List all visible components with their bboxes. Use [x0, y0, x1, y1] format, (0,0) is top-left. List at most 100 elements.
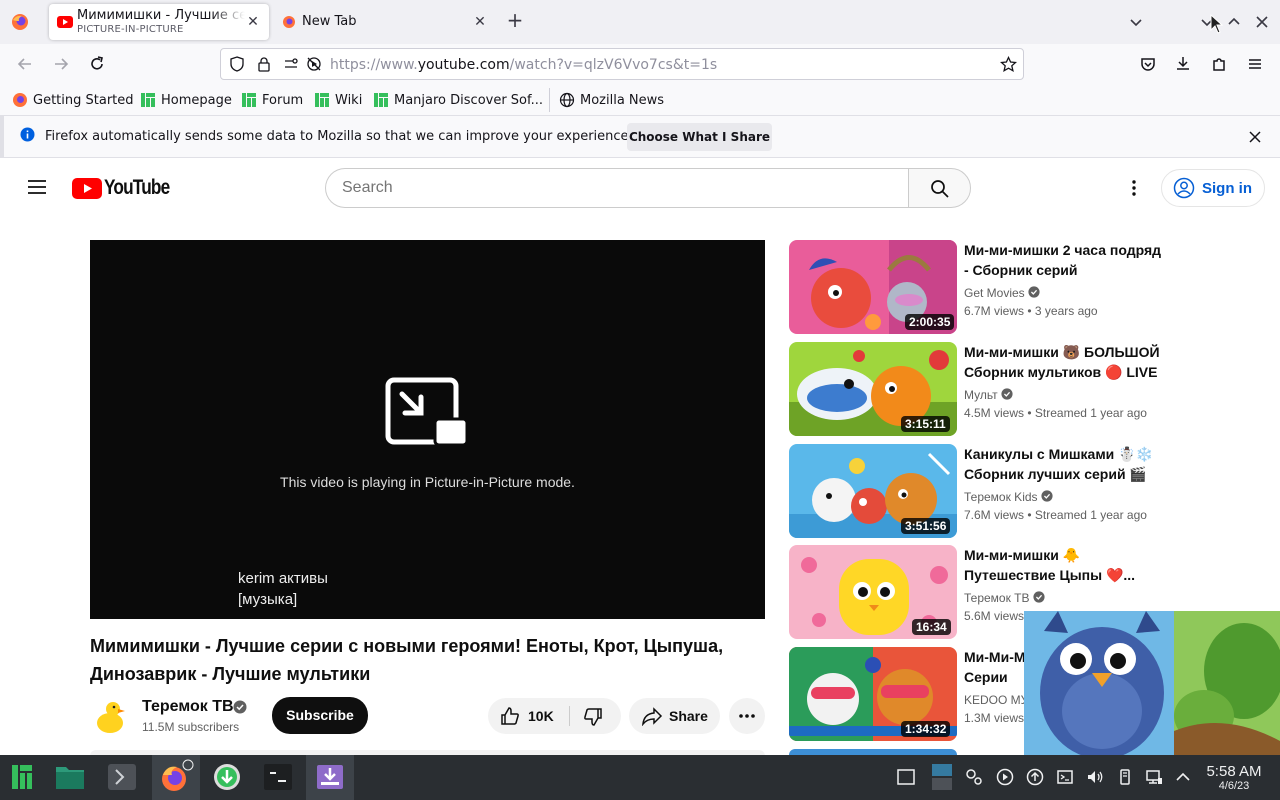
- share-button[interactable]: Share: [629, 698, 720, 734]
- like-icon[interactable]: [500, 706, 520, 726]
- like-count[interactable]: 10K: [528, 708, 554, 724]
- tab-new-tab[interactable]: New Tab ✕: [276, 4, 496, 40]
- manjaro-icon: [315, 93, 329, 107]
- tab-pip-label: PICTURE-IN-PICTURE: [77, 24, 184, 35]
- recommended-video-channel[interactable]: Мульт: [964, 388, 1013, 402]
- clock-date[interactable]: 4/6/23: [1202, 780, 1266, 792]
- firefox-menu-icon[interactable]: [10, 12, 30, 32]
- kde-connect-icon[interactable]: [964, 767, 984, 787]
- tab-title: Мимимишки - Лучшие серии: [77, 8, 245, 23]
- tab-close-icon[interactable]: ✕: [245, 14, 261, 30]
- mouse-cursor-icon: [1210, 14, 1224, 34]
- youtube-logo[interactable]: YouTube: [72, 176, 184, 200]
- recommended-video[interactable]: 2:00:35 Ми-ми-мишки 2 часа подряд - Сбор…: [789, 240, 1169, 334]
- pocket-icon[interactable]: [1138, 54, 1158, 74]
- storage-icon[interactable]: [1115, 767, 1135, 787]
- recommended-video-title[interactable]: Ми-ми-мишки 2 часа подряд - Сборник сери…: [964, 240, 1169, 280]
- bookmark-star-icon[interactable]: [1000, 56, 1017, 73]
- volume-icon[interactable]: [1085, 767, 1105, 787]
- taskbar: 5:58 AM 4/6/23: [0, 755, 1280, 800]
- downloads-icon[interactable]: [1173, 54, 1193, 74]
- verified-badge-icon: [1033, 591, 1045, 603]
- pager-icon[interactable]: [930, 762, 954, 792]
- sign-in-button[interactable]: Sign in: [1161, 169, 1265, 207]
- permissions-icon[interactable]: [283, 56, 299, 72]
- bookmark-forum[interactable]: Forum: [241, 91, 303, 109]
- recommended-video-title[interactable]: Ми-ми-мишки 🐥 Путешествие Цыпы ❤️...: [964, 545, 1169, 585]
- terminal-launcher-icon[interactable]: [100, 757, 144, 797]
- picture-in-picture-window[interactable]: [1024, 611, 1280, 755]
- recommended-video-channel[interactable]: Теремок ТВ: [964, 591, 1045, 605]
- recommended-video-channel[interactable]: KEDOO МУ: [964, 693, 1028, 707]
- network-icon[interactable]: [1144, 767, 1164, 787]
- back-icon[interactable]: [15, 54, 35, 74]
- settings-kebab-icon[interactable]: [1124, 177, 1144, 199]
- search-box[interactable]: [325, 168, 909, 208]
- channel-name[interactable]: Теремок ТВ: [142, 698, 234, 716]
- recommended-video-title[interactable]: Каникулы с Мишками ☃️❄️ Сборник лучших с…: [964, 444, 1169, 484]
- youtube-logo-text: YouTube: [104, 176, 170, 199]
- bookmark-getting-started[interactable]: Getting Started: [12, 91, 134, 109]
- lock-icon[interactable]: [256, 56, 272, 72]
- list-all-tabs-icon[interactable]: [1126, 12, 1146, 32]
- tab-close-icon[interactable]: ✕: [472, 14, 488, 30]
- caption-line: kerim активы: [238, 570, 328, 587]
- bookmark-homepage[interactable]: Homepage: [140, 91, 232, 109]
- recommended-video[interactable]: 3:15:11 Ми-ми-мишки 🐻 БОЛЬШОЙ Сборник му…: [789, 342, 1169, 436]
- tray-expand-icon[interactable]: [1173, 767, 1193, 787]
- shield-icon[interactable]: [229, 56, 245, 72]
- new-tab-button[interactable]: +: [504, 10, 526, 32]
- extensions-icon[interactable]: [1209, 54, 1229, 74]
- video-player[interactable]: This video is playing in Picture-in-Pict…: [90, 240, 765, 619]
- recommended-video-title[interactable]: Ми-ми-мишки 🐻 БОЛЬШОЙ Сборник мультиков …: [964, 342, 1169, 382]
- clock-time[interactable]: 5:58 AM: [1202, 763, 1266, 780]
- video-duration: 3:15:11: [901, 416, 950, 432]
- recommended-video-channel[interactable]: Get Movies: [964, 286, 1040, 300]
- file-manager-icon[interactable]: [48, 757, 92, 797]
- search-button[interactable]: [908, 168, 971, 208]
- firefox-taskbar-icon[interactable]: [154, 757, 198, 797]
- share-icon: [642, 707, 663, 726]
- window-close-icon[interactable]: [1252, 12, 1272, 32]
- channel-avatar[interactable]: [90, 696, 130, 736]
- choose-what-i-share-button[interactable]: Choose What I Share: [627, 123, 772, 151]
- media-player-icon[interactable]: [995, 767, 1015, 787]
- sign-in-label: Sign in: [1202, 179, 1252, 197]
- bookmark-manjaro-discover[interactable]: Manjaro Discover Sof...: [373, 91, 543, 109]
- desktop-icon[interactable]: [896, 767, 916, 787]
- clipboard-icon[interactable]: [1055, 767, 1075, 787]
- info-icon: [20, 127, 35, 142]
- address-bar[interactable]: https://www.youtube.com/watch?v=qlzV6Vvo…: [220, 48, 1024, 80]
- software-install-icon[interactable]: [205, 757, 249, 797]
- tab-title: New Tab: [302, 14, 357, 29]
- terminal-icon[interactable]: [256, 757, 300, 797]
- data-collection-notification: Firefox automatically sends some data to…: [0, 116, 1280, 158]
- search-input[interactable]: [342, 179, 882, 197]
- forward-icon[interactable]: [51, 54, 71, 74]
- autoplay-blocked-icon[interactable]: [305, 56, 323, 72]
- subscribe-button[interactable]: Subscribe: [272, 697, 368, 734]
- tab-youtube[interactable]: Мимимишки - Лучшие серии PICTURE-IN-PICT…: [49, 4, 269, 40]
- recommended-video[interactable]: 3:51:56 Каникулы с Мишками ☃️❄️ Сборник …: [789, 444, 1169, 538]
- bookmarks-toolbar: Getting Started Homepage Forum Wiki Manj…: [0, 84, 1280, 116]
- recommended-video-title[interactable]: Ми-Ми-М Серии ❤️: [964, 647, 1026, 687]
- recommended-video-channel[interactable]: Теремок Kids: [964, 490, 1053, 504]
- reload-icon[interactable]: [87, 54, 107, 74]
- dislike-icon[interactable]: [583, 707, 603, 727]
- updates-icon[interactable]: [1025, 767, 1045, 787]
- recommended-video-meta: 5.6M views: [964, 609, 1025, 623]
- video-duration: 16:34: [912, 619, 951, 635]
- more-actions-button[interactable]: [729, 698, 765, 734]
- hamburger-menu-icon[interactable]: [1245, 54, 1265, 74]
- bookmark-separator: [549, 88, 550, 112]
- manjaro-menu-icon[interactable]: [0, 757, 44, 797]
- verified-badge-icon: [1028, 286, 1040, 298]
- bookmark-mozilla-news[interactable]: Mozilla News: [559, 91, 664, 109]
- like-separator: [569, 706, 570, 726]
- guide-menu-icon[interactable]: [26, 178, 48, 196]
- downloader-icon[interactable]: [308, 757, 352, 797]
- url-text[interactable]: https://www.youtube.com/watch?v=qlzV6Vvo…: [330, 57, 717, 73]
- close-icon[interactable]: [1246, 128, 1264, 146]
- maximize-icon[interactable]: [1224, 12, 1244, 32]
- bookmark-wiki[interactable]: Wiki: [314, 91, 362, 109]
